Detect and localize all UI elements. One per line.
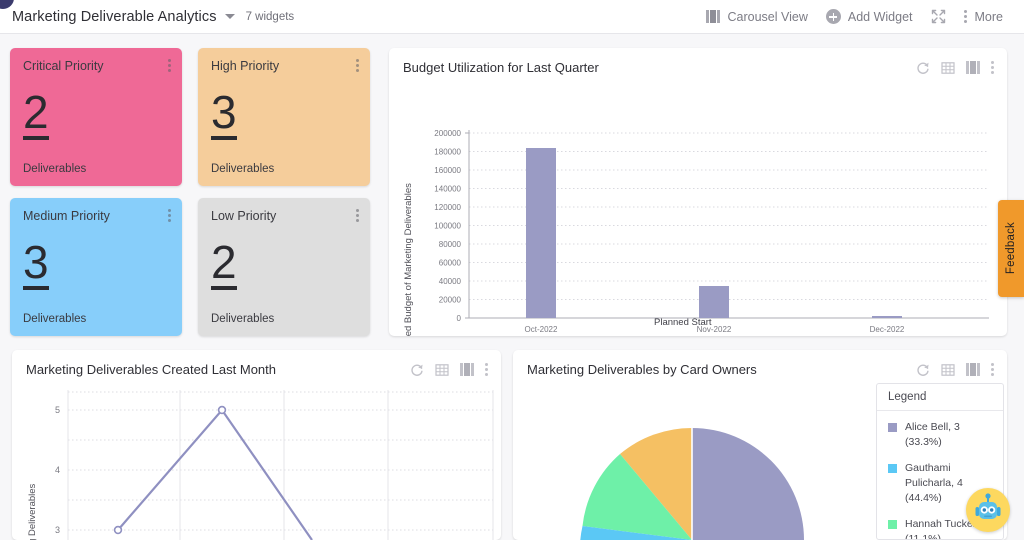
kebab-icon[interactable] bbox=[168, 58, 172, 73]
widget-title: Marketing Deliverables by Card Owners bbox=[527, 362, 757, 377]
widget-header: Marketing Deliverables Created Last Mont… bbox=[12, 350, 501, 377]
page-title: Marketing Deliverable Analytics bbox=[12, 9, 217, 25]
refresh-icon[interactable] bbox=[916, 61, 930, 75]
widget-toolbar bbox=[410, 362, 489, 377]
legend-title: Legend bbox=[877, 384, 1003, 411]
kpi-card-critical-priority[interactable]: Critical Priority 2 Deliverables bbox=[10, 48, 182, 186]
widget-title: Budget Utilization for Last Quarter bbox=[403, 60, 599, 75]
svg-text:Utilized Budget of Marketing D: Utilized Budget of Marketing Deliverable… bbox=[403, 183, 414, 336]
kpi-card-low-priority[interactable]: Low Priority 2 Deliverables bbox=[198, 198, 370, 336]
kpi-card-high-priority[interactable]: High Priority 3 Deliverables bbox=[198, 48, 370, 186]
kebab-icon[interactable] bbox=[356, 58, 360, 73]
legend-item[interactable]: Alice Bell, 3 (33.3%) bbox=[888, 420, 993, 450]
kpi-value: 2 bbox=[211, 239, 237, 290]
carousel-icon[interactable] bbox=[460, 363, 474, 376]
svg-text:3: 3 bbox=[55, 525, 60, 535]
expand-button[interactable] bbox=[922, 9, 955, 24]
svg-text:160000: 160000 bbox=[434, 166, 461, 175]
kpi-value: 3 bbox=[23, 239, 49, 290]
legend-swatch-icon bbox=[888, 464, 897, 473]
carousel-icon bbox=[706, 10, 721, 23]
kpi-title: High Priority bbox=[211, 59, 357, 73]
chevron-down-icon[interactable] bbox=[225, 14, 235, 19]
widget-deliverables-created: Marketing Deliverables Created Last Mont… bbox=[12, 350, 501, 540]
kebab-icon[interactable] bbox=[991, 362, 995, 377]
bar-chart-canvas: Utilized Budget of Marketing Deliverable… bbox=[389, 80, 1007, 336]
svg-text:140000: 140000 bbox=[434, 185, 461, 194]
svg-text:120000: 120000 bbox=[434, 203, 461, 212]
table-icon[interactable] bbox=[941, 363, 955, 377]
kpi-subtitle: Deliverables bbox=[211, 163, 274, 175]
svg-text:20000: 20000 bbox=[439, 296, 462, 305]
kebab-icon[interactable] bbox=[356, 208, 360, 223]
widget-toolbar bbox=[916, 362, 995, 377]
widget-header: Budget Utilization for Last Quarter bbox=[389, 48, 1007, 75]
kpi-title: Low Priority bbox=[211, 209, 357, 223]
kpi-subtitle: Deliverables bbox=[23, 313, 86, 325]
kpi-card-medium-priority[interactable]: Medium Priority 3 Deliverables bbox=[10, 198, 182, 336]
robot-icon bbox=[966, 488, 1010, 532]
feedback-label: Feedback bbox=[1005, 222, 1017, 274]
expand-icon bbox=[931, 9, 946, 24]
refresh-icon[interactable] bbox=[410, 363, 424, 377]
svg-text:100000: 100000 bbox=[434, 222, 461, 231]
svg-text:5: 5 bbox=[55, 405, 60, 415]
legend-swatch-icon bbox=[888, 423, 897, 432]
carousel-icon[interactable] bbox=[966, 61, 980, 74]
svg-text:60000: 60000 bbox=[439, 259, 462, 268]
svg-text:180000: 180000 bbox=[434, 148, 461, 157]
widget-count-label: 7 widgets bbox=[246, 11, 295, 23]
kpi-title: Medium Priority bbox=[23, 209, 169, 223]
widget-budget-utilization: Budget Utilization for Last Quarter bbox=[389, 48, 1007, 336]
svg-text:Dec-2022: Dec-2022 bbox=[870, 325, 905, 334]
kebab-icon bbox=[964, 9, 968, 24]
kebab-icon[interactable] bbox=[991, 60, 995, 75]
svg-text:80000: 80000 bbox=[439, 240, 462, 249]
svg-text:40000: 40000 bbox=[439, 277, 462, 286]
legend-swatch-icon bbox=[888, 520, 897, 529]
add-widget-button[interactable]: Add Widget bbox=[817, 9, 922, 24]
refresh-icon[interactable] bbox=[916, 363, 930, 377]
legend-label: Alice Bell, 3 (33.3%) bbox=[905, 420, 993, 450]
plus-circle-icon bbox=[826, 9, 841, 24]
kpi-value: 2 bbox=[23, 89, 49, 140]
feedback-tab-button[interactable]: Feedback bbox=[998, 200, 1024, 297]
more-menu-button[interactable]: More bbox=[955, 9, 1012, 24]
bar-chart-xlabel: Planned Start bbox=[654, 317, 712, 328]
table-icon[interactable] bbox=[941, 61, 955, 75]
widget-header: Marketing Deliverables by Card Owners bbox=[513, 350, 1007, 377]
top-bar: Marketing Deliverable Analytics 7 widget… bbox=[0, 0, 1024, 34]
line-chart-canvas: Marketing Deliverables bbox=[12, 382, 501, 540]
more-label: More bbox=[975, 10, 1003, 24]
svg-text:Marketing Deliverables: Marketing Deliverables bbox=[27, 483, 38, 540]
kebab-icon[interactable] bbox=[485, 362, 489, 377]
widget-toolbar bbox=[916, 60, 995, 75]
carousel-view-label: Carousel View bbox=[728, 10, 808, 24]
table-icon[interactable] bbox=[435, 363, 449, 377]
dashboard-app: Marketing Deliverable Analytics 7 widget… bbox=[0, 0, 1024, 540]
add-widget-label: Add Widget bbox=[848, 10, 913, 24]
kpi-subtitle: Deliverables bbox=[211, 313, 274, 325]
svg-text:4: 4 bbox=[55, 465, 60, 475]
svg-text:0: 0 bbox=[457, 314, 462, 323]
assistant-avatar[interactable] bbox=[966, 488, 1010, 532]
widget-deliverables-by-owner: Marketing Deliverables by Card Owners bbox=[513, 350, 1007, 540]
kpi-subtitle: Deliverables bbox=[23, 163, 86, 175]
widget-title: Marketing Deliverables Created Last Mont… bbox=[26, 362, 276, 377]
kebab-icon[interactable] bbox=[168, 208, 172, 223]
svg-text:Oct-2022: Oct-2022 bbox=[525, 325, 558, 334]
svg-text:200000: 200000 bbox=[434, 129, 461, 138]
top-bar-actions: Carousel View Add Widget More bbox=[697, 9, 1024, 24]
kpi-title: Critical Priority bbox=[23, 59, 169, 73]
carousel-icon[interactable] bbox=[966, 363, 980, 376]
carousel-view-button[interactable]: Carousel View bbox=[697, 10, 817, 24]
kpi-value: 3 bbox=[211, 89, 237, 140]
